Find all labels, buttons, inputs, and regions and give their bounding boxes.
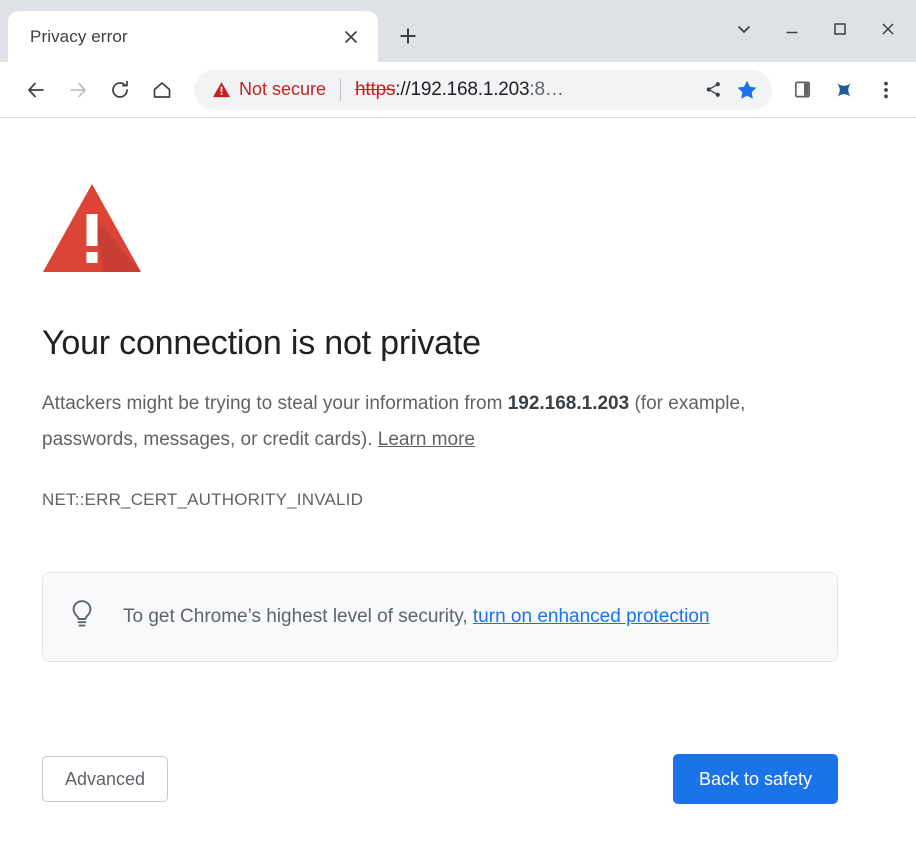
callout-text: To get Chrome’s highest level of securit… [123,599,813,635]
tab-search-button[interactable] [722,10,766,48]
maximize-button[interactable] [818,10,862,48]
home-button[interactable] [142,70,182,110]
warning-description: Attackers might be trying to steal your … [42,386,832,458]
extension-icon[interactable] [824,70,864,110]
back-to-safety-button[interactable]: Back to safety [672,753,838,804]
callout-text-prefix: To get Chrome’s highest level of securit… [123,605,473,627]
new-tab-button[interactable] [386,14,430,58]
browser-window: Privacy error Not secure https://192.168… [0,0,916,860]
ssl-interstitial: Your connection is not private Attackers… [0,118,880,804]
url-tail: :8… [529,78,564,100]
interstitial-actions: Advanced Back to safety [42,753,838,804]
back-arrow-icon [28,82,44,97]
advanced-button[interactable]: Advanced [42,755,169,802]
url-scheme: https [355,78,396,100]
enhanced-protection-callout: To get Chrome’s highest level of securit… [42,571,838,662]
minimize-button[interactable] [770,10,814,48]
three-dot-menu-icon[interactable] [866,70,906,110]
security-status-label: Not secure [239,79,327,99]
omnibox-divider [340,78,342,101]
home-icon [153,81,171,98]
url-text: https://192.168.1.203:8… [355,79,696,101]
tab-strip: Privacy error [0,0,916,62]
bookmark-star-icon[interactable] [730,73,764,107]
share-icon[interactable] [696,73,730,107]
browser-tab[interactable]: Privacy error [8,11,378,62]
forward-arrow-icon [70,82,86,97]
warning-triangle-icon [42,182,838,279]
warning-host: 192.168.1.203 [507,392,630,414]
back-button[interactable] [16,70,56,110]
address-bar[interactable]: Not secure https://192.168.1.203:8… [194,69,772,110]
lightbulb-icon [69,599,95,635]
warning-triangle-icon [212,82,231,98]
enhanced-protection-link[interactable]: turn on enhanced protection [473,606,710,627]
error-code: NET::ERR_CERT_AUTHORITY_INVALID [42,489,364,509]
learn-more-link[interactable]: Learn more [378,429,475,450]
forward-button [58,70,98,110]
security-status[interactable]: Not secure [212,79,326,100]
close-window-button[interactable] [866,10,910,48]
reload-icon [112,80,128,98]
url-host: 192.168.1.203 [410,78,530,100]
url-separator: :// [395,78,411,100]
page-content: Your connection is not private Attackers… [0,118,916,860]
window-controls [722,10,910,48]
side-panel-icon[interactable] [782,70,822,110]
warning-description-prefix: Attackers might be trying to steal your … [42,392,508,414]
tab-title: Privacy error [30,26,128,46]
reload-button[interactable] [100,70,140,110]
tab-close-icon[interactable] [336,22,366,52]
browser-toolbar: Not secure https://192.168.1.203:8… [0,62,916,118]
page-title: Your connection is not private [42,324,481,362]
